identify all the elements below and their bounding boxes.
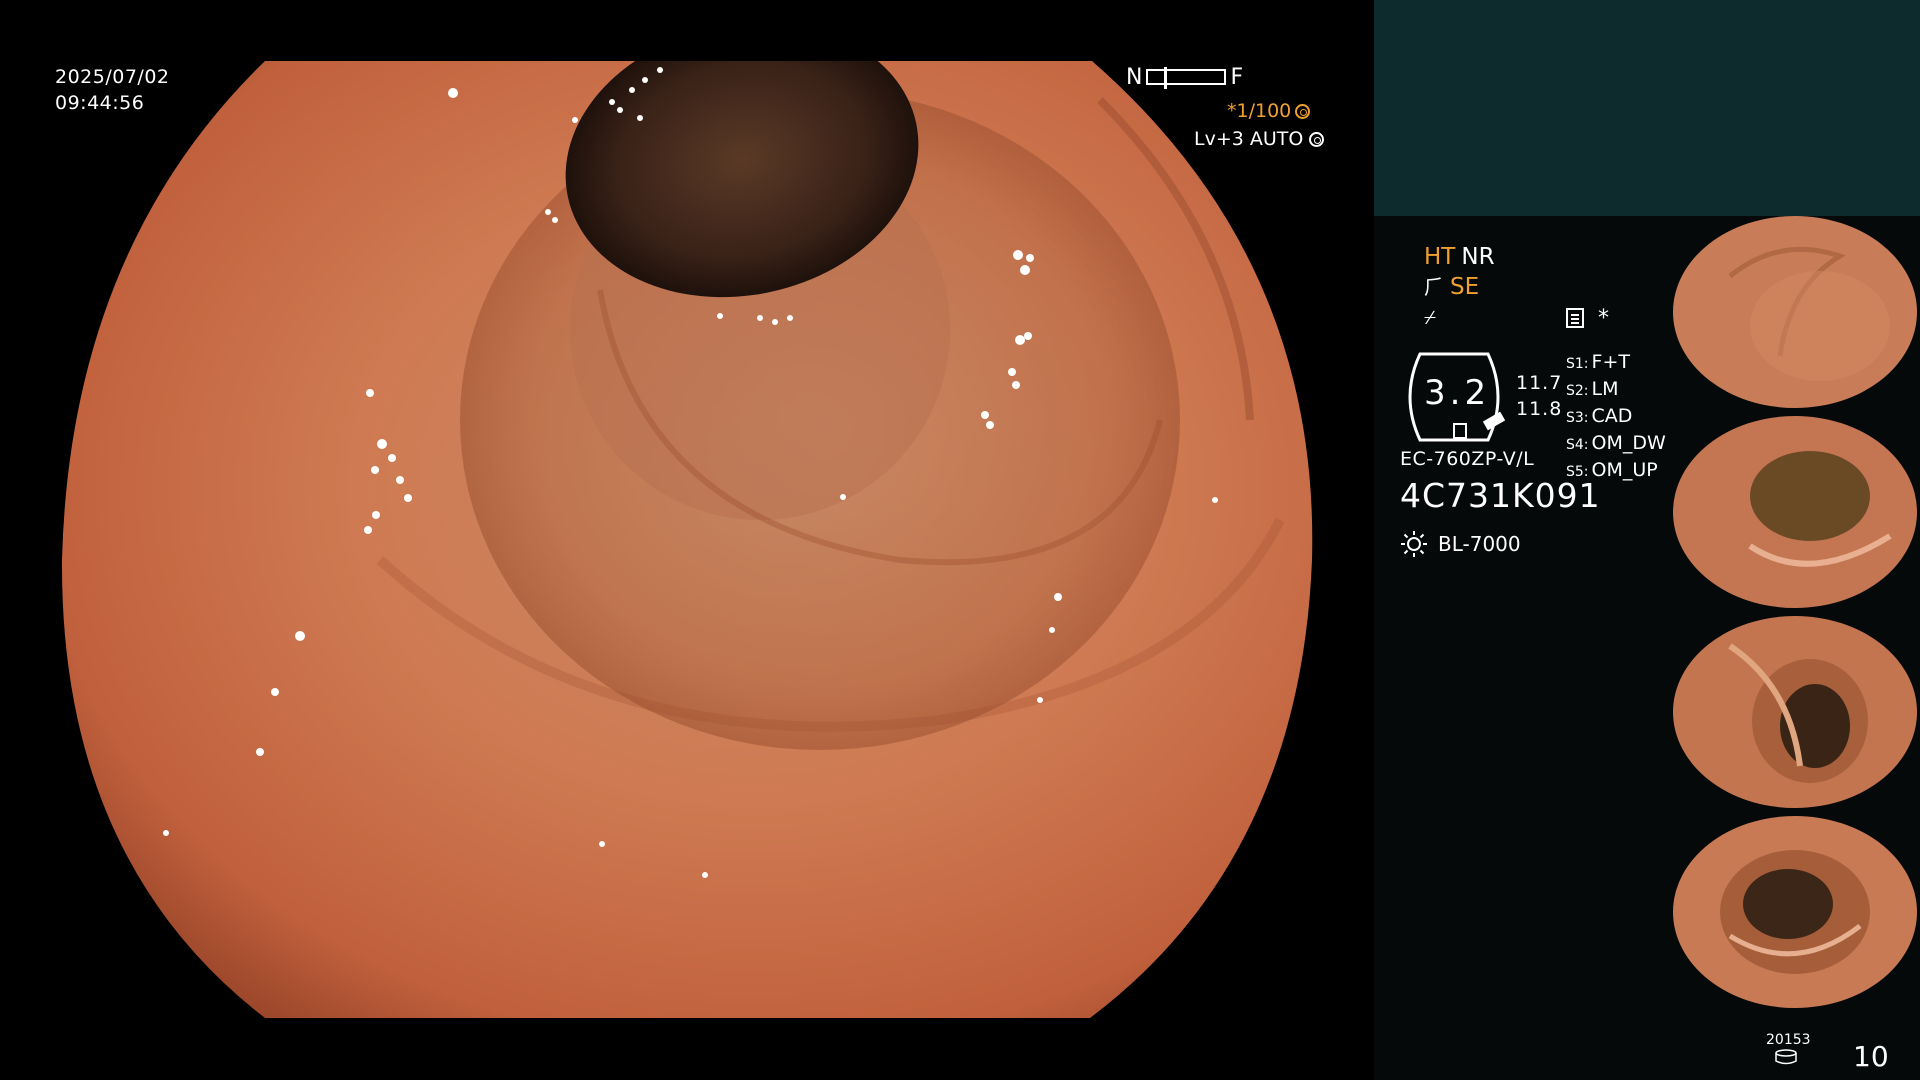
- scissors-icon: ⺁: [1424, 275, 1444, 299]
- scope-serial: 4C731K091: [1400, 476, 1601, 515]
- lightning-icon: ⌿: [1424, 305, 1436, 329]
- far-label: F: [1230, 64, 1244, 90]
- gauge-lower: 11.8: [1516, 398, 1563, 420]
- brightness-level: Lv+3 AUTO: [1194, 128, 1325, 150]
- capture-count: 10: [1853, 1040, 1889, 1073]
- time-label: 09:44:56: [55, 92, 145, 114]
- shutter-label: *1/100: [1227, 100, 1292, 122]
- thumbnail[interactable]: [1670, 216, 1920, 408]
- thumbnail[interactable]: [1670, 616, 1920, 808]
- processing-modes: HT NR ⺁ SE ⌿: [1424, 242, 1495, 332]
- endoscopic-image: [61, 61, 1313, 1018]
- iris-icon: [1309, 131, 1325, 147]
- thumbnail[interactable]: [1670, 416, 1920, 608]
- date-label: 2025/07/02: [55, 66, 170, 88]
- gauge-upper: 11.7: [1516, 372, 1563, 394]
- star-marker: *: [1598, 306, 1609, 331]
- info-panel-header: [1374, 0, 1920, 216]
- level-label: Lv+3: [1194, 128, 1244, 150]
- mode-nr: NR: [1461, 244, 1495, 270]
- gauge-readings: 11.7 11.8: [1516, 370, 1562, 422]
- mode-se: SE: [1450, 274, 1480, 300]
- total-count: 20153: [1766, 1032, 1811, 1048]
- menu-icon: [1566, 308, 1584, 328]
- shutter-speed: *1/100: [1227, 100, 1311, 122]
- light-source-label: BL-7000: [1438, 532, 1521, 556]
- thumbnail[interactable]: [1670, 816, 1920, 1008]
- database-icon: [1775, 1049, 1797, 1065]
- setting-row: S2: LM: [1566, 378, 1619, 400]
- gauge-value: 3.2: [1424, 373, 1491, 413]
- focus-bar: [1146, 67, 1227, 89]
- switch-settings: S1: F+T S2: LM S3: CAD S4: OM_DW S5: OM_UP: [1566, 350, 1666, 485]
- light-source: BL-7000: [1400, 530, 1521, 558]
- aperture-icon: [1295, 103, 1311, 119]
- sun-icon: [1401, 531, 1427, 557]
- near-label: N: [1126, 64, 1143, 90]
- setting-row: S3: CAD: [1566, 405, 1633, 427]
- auto-label: AUTO: [1249, 128, 1304, 150]
- endoscope-view: 2025/07/02 09:44:56 N F *1/100 Lv+3 AUTO: [0, 0, 1372, 1080]
- setting-row: S1: F+T: [1566, 351, 1630, 373]
- mode-ht: HT: [1424, 244, 1456, 270]
- scope-model: EC-760ZP-V/L: [1400, 448, 1535, 470]
- near-far-indicator: N F: [1126, 64, 1243, 90]
- datetime: 2025/07/02 09:44:56: [55, 64, 170, 116]
- setting-row: S4: OM_DW: [1566, 432, 1666, 454]
